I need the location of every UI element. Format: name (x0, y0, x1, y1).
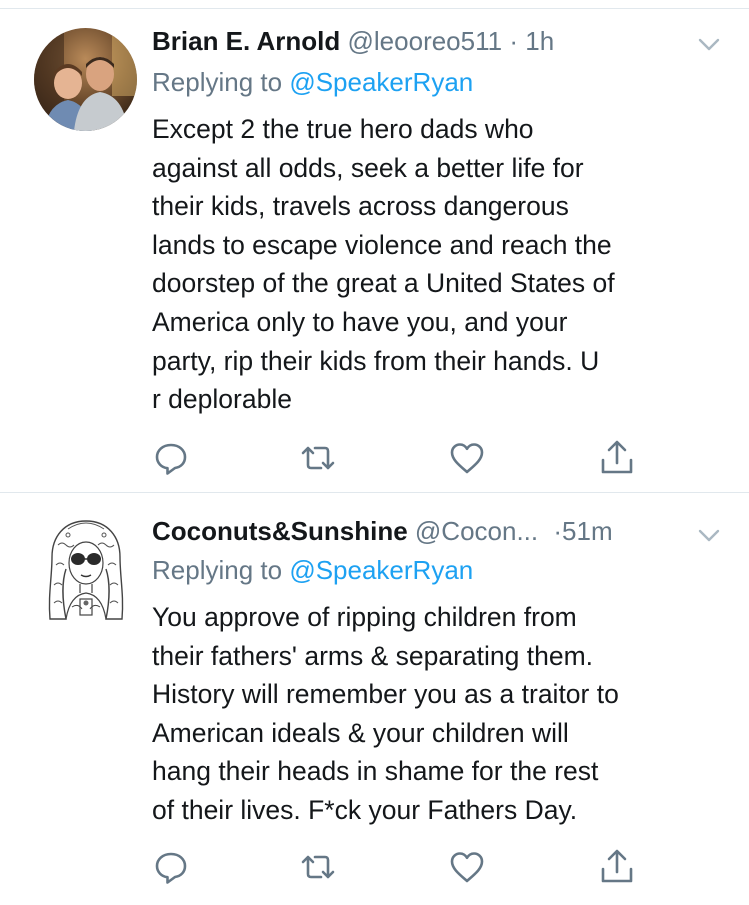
tweet-text-line: You approve of ripping children from (152, 602, 577, 632)
user-handle[interactable]: @leooreo511 (348, 26, 503, 56)
heart-icon (450, 852, 484, 883)
display-name[interactable]: Brian E. Arnold (152, 26, 340, 56)
tweet-text-line: r deplorable (152, 384, 292, 415)
display-name[interactable]: Coconuts&Sunshine (152, 516, 408, 546)
tweet-text-line: hang their heads in shame for the rest (152, 756, 599, 787)
replying-prefix: Replying to (152, 555, 283, 585)
retweet-button[interactable] (298, 438, 338, 478)
sketch-avatar-image (38, 515, 134, 625)
replying-to: Replying to @SpeakerRyan (152, 551, 473, 589)
heart-icon (450, 443, 484, 474)
tweet-text-line: of their lives. F*ck your Fathers Day. (152, 794, 578, 825)
tweet-text-line: their kids, travels across dangerous (152, 191, 569, 222)
share-icon (601, 440, 633, 474)
separator-dot: · (553, 516, 563, 546)
reply-icon (155, 852, 187, 884)
tweet-text-line: their fathers' arms & separating them. (152, 640, 594, 671)
tweet-text: Except 2 the true hero dads who against … (152, 110, 732, 419)
retweet-icon (301, 446, 335, 470)
tweet-2[interactable]: Coconuts&Sunshine @Cocon... ·51m Replyin… (0, 493, 749, 905)
retweet-button[interactable] (298, 847, 338, 887)
chevron-down-icon (698, 38, 720, 51)
tweet-header: Coconuts&Sunshine @Cocon... ·51m (152, 512, 613, 550)
tweet-menu-button[interactable] (695, 32, 723, 56)
tweet-text: You approve of ripping children from the… (152, 598, 732, 830)
retweet-icon (301, 855, 335, 879)
avatar[interactable] (38, 515, 134, 625)
reply-button[interactable] (151, 438, 191, 478)
tweet-text-line: against all odds, seek a better life for (152, 152, 584, 183)
user-handle[interactable]: @Cocon... (415, 516, 538, 546)
like-button[interactable] (447, 847, 487, 887)
tweet-text-line: party, rip their kids from their hands. … (152, 345, 600, 376)
share-button[interactable] (597, 438, 637, 478)
tweet-text-line: Except 2 the true hero dads who (152, 114, 534, 144)
photo-avatar-image (34, 28, 137, 131)
replying-to: Replying to @SpeakerRyan (152, 63, 473, 101)
tweet-text-line: lands to escape violence and reach the (152, 229, 612, 260)
replying-mention-link[interactable]: @SpeakerRyan (289, 555, 473, 585)
replying-prefix: Replying to (152, 67, 283, 97)
avatar[interactable] (34, 28, 137, 131)
timestamp[interactable]: 1h (525, 26, 554, 56)
tweet-text-line: America only to have you, and your (152, 306, 568, 337)
reply-button[interactable] (151, 847, 191, 887)
share-icon (601, 849, 633, 883)
tweet-text-line: American ideals & your children will (152, 717, 569, 748)
tweet-header: Brian E. Arnold @leooreo511 · 1h (152, 22, 554, 60)
tweet-1[interactable]: Brian E. Arnold @leooreo511 · 1h Replyin… (0, 0, 749, 492)
replying-mention-link[interactable]: @SpeakerRyan (289, 67, 473, 97)
tweet-menu-button[interactable] (695, 523, 723, 547)
timestamp[interactable]: 51m (562, 516, 613, 546)
separator-dot: · (509, 26, 518, 56)
reply-icon (155, 443, 187, 475)
tweet-text-line: History will remember you as a traitor t… (152, 679, 619, 710)
tweet-text-line: doorstep of the great a United States of (152, 268, 615, 299)
chevron-down-icon (698, 529, 720, 542)
like-button[interactable] (447, 438, 487, 478)
share-button[interactable] (597, 847, 637, 887)
